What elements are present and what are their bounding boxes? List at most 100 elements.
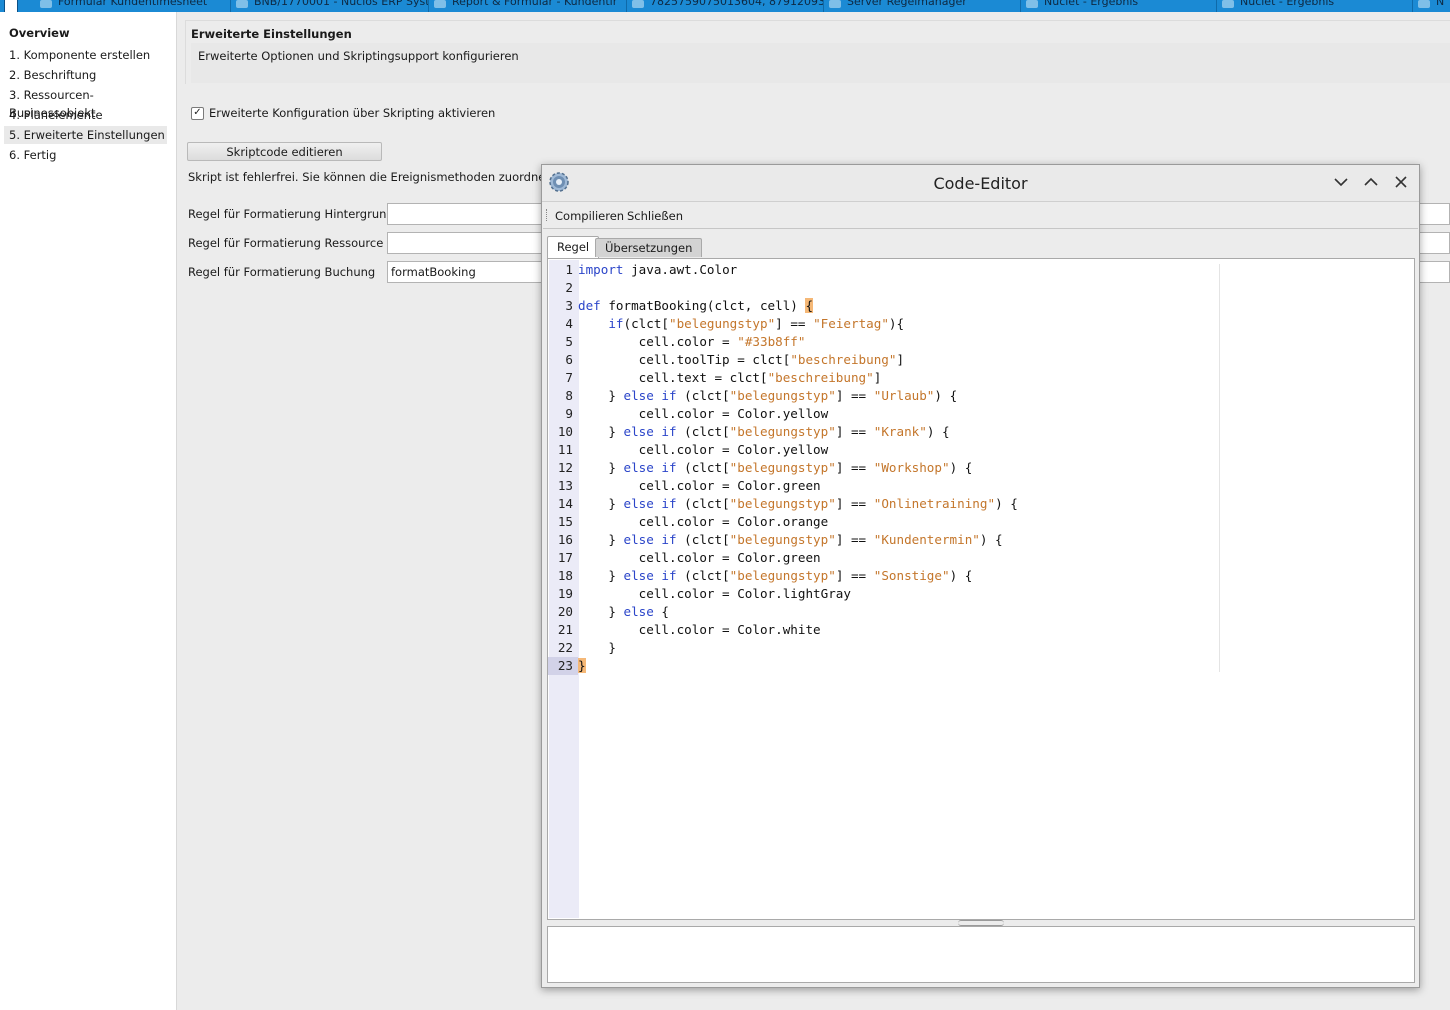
code-line[interactable]: 16 } else if (clct["belegungstyp"] == "K… — [548, 531, 1018, 549]
code-token: "Feiertag" — [813, 316, 889, 331]
line-number: 17 — [557, 550, 573, 565]
code-line[interactable]: 11 cell.color = Color.yellow — [548, 441, 1018, 459]
nav-step-5[interactable]: 5. Erweiterte Einstellungen — [4, 126, 167, 144]
tab-uebersetzungen[interactable]: Übersetzungen — [595, 238, 703, 257]
line-number: 10 — [557, 424, 573, 439]
code-token: else if — [623, 388, 677, 403]
code-text: cell.color = Color.lightGray — [578, 585, 851, 603]
code-token: "Urlaub" — [873, 388, 935, 403]
nav-step-2[interactable]: 2. Beschriftung — [4, 66, 167, 84]
code-line[interactable]: 8 } else if (clct["belegungstyp"] == "Ur… — [548, 387, 1018, 405]
gear-icon — [829, 0, 841, 8]
code-content[interactable]: 1 import java.awt.Color 2 3 def formatBookin… — [548, 261, 1018, 675]
close-icon[interactable] — [1393, 174, 1409, 190]
taskbar-tab-8[interactable]: N — [1418, 0, 1450, 12]
code-token: ] == — [835, 568, 874, 583]
code-text: } — [578, 639, 616, 657]
code-line[interactable]: 6 cell.toolTip = clct["beschreibung"] — [548, 351, 1018, 369]
code-line[interactable]: 22 } — [548, 639, 1018, 657]
minimize-icon[interactable] — [1333, 174, 1349, 190]
nav-step-3[interactable]: 3. Ressourcen-Businessobjekt — [4, 86, 167, 120]
code-line[interactable]: 14 } else if (clct["belegungstyp"] == "O… — [548, 495, 1018, 513]
code-token: } — [578, 388, 624, 403]
code-line[interactable]: 3 def formatBooking(clct, cell) { — [548, 297, 1018, 315]
scripting-checkbox[interactable]: ✓ — [191, 106, 204, 120]
taskbar-tab-label: BNB/1770001 - Nuclos ERP Syst — [254, 0, 429, 8]
code-line[interactable]: 5 cell.color = "#33b8ff" — [548, 333, 1018, 351]
code-line[interactable]: 20 } else { — [548, 603, 1018, 621]
taskbar-tab-3[interactable]: Report & Formular - Kundentir — [434, 0, 627, 12]
code-line[interactable]: 9 cell.color = Color.yellow — [548, 405, 1018, 423]
code-token: } — [578, 424, 624, 439]
code-text: if(clct["belegungstyp"] == "Feiertag"){ — [578, 315, 904, 333]
code-line[interactable]: 21 cell.color = Color.white — [548, 621, 1018, 639]
dialog-titlebar[interactable]: Code-Editor — [542, 165, 1419, 202]
taskbar-tab-6[interactable]: Nuclet - Ergebnis — [1026, 0, 1217, 12]
code-token: import — [578, 262, 624, 277]
taskbar-tab-7[interactable]: Nuclet - Ergebnis — [1222, 0, 1413, 12]
line-number: 5 — [565, 334, 573, 349]
code-line[interactable]: 12 } else if (clct["belegungstyp"] == "W… — [548, 459, 1018, 477]
code-token: { — [805, 298, 814, 313]
clock-icon — [236, 0, 248, 8]
line-number: 8 — [565, 388, 573, 403]
nav-step-1[interactable]: 1. Komponente erstellen — [4, 46, 167, 64]
compiler-output[interactable] — [547, 926, 1415, 983]
code-token: cell.color = Color.green — [578, 550, 821, 565]
editor-toolbar: Compilieren Schließen — [543, 202, 1418, 229]
code-token: "belegungstyp" — [669, 316, 776, 331]
line-number: 3 — [565, 298, 573, 313]
code-token: } — [578, 532, 624, 547]
code-token: "belegungstyp" — [729, 460, 836, 475]
code-text: cell.color = Color.yellow — [578, 441, 829, 459]
report-icon — [434, 0, 446, 8]
maximize-icon[interactable] — [1363, 174, 1379, 190]
nav-step-4[interactable]: 4. Planelemente — [4, 106, 167, 124]
code-token: ] == — [835, 424, 874, 439]
taskbar-tab-4[interactable]: 7825759075013604, 879120934 — [632, 0, 824, 12]
nav-step-6[interactable]: 6. Fertig — [4, 146, 167, 164]
taskbar-tab-2[interactable]: BNB/1770001 - Nuclos ERP Syst — [236, 0, 429, 12]
code-token: cell.color = Color.yellow — [578, 406, 829, 421]
code-token: cell.color = Color.green — [578, 478, 821, 493]
dialog-title: Code-Editor — [933, 174, 1028, 193]
code-token: (clct[ — [676, 532, 730, 547]
code-line[interactable]: 23} — [548, 657, 1018, 675]
code-line[interactable]: 2 — [548, 279, 1018, 297]
code-editor[interactable]: 1 import java.awt.Color 2 3 def formatBookin… — [547, 258, 1415, 920]
taskbar-tab-5[interactable]: Server Regelmanager — [829, 0, 1021, 12]
compile-button[interactable]: Compilieren — [555, 209, 624, 223]
taskbar: Formular Kundentimesheet BNB/1770001 - Nu… — [0, 0, 1450, 12]
line-number: 9 — [565, 406, 573, 421]
code-line[interactable]: 10 } else if (clct["belegungstyp"] == "K… — [548, 423, 1018, 441]
code-line[interactable]: 15 cell.color = Color.orange — [548, 513, 1018, 531]
code-line[interactable]: 4 if(clct["belegungstyp"] == "Feiertag")… — [548, 315, 1018, 333]
toolbar-grip[interactable] — [546, 209, 549, 221]
line-number: 23 — [548, 657, 578, 675]
code-line[interactable]: 1 import java.awt.Color — [548, 261, 1018, 279]
split-pane-divider[interactable] — [547, 918, 1413, 926]
code-token: { — [653, 604, 670, 619]
code-text: cell.color = "#33b8ff" — [578, 333, 806, 351]
line-number: 13 — [557, 478, 573, 493]
code-token: cell.color = — [578, 334, 738, 349]
code-line[interactable]: 17 cell.color = Color.green — [548, 549, 1018, 567]
taskbar-tab-1[interactable]: Formular Kundentimesheet — [40, 0, 231, 12]
code-editor-dialog: Code-Editor Compilieren Schließen Regel … — [541, 164, 1420, 988]
code-token: if — [608, 316, 624, 331]
code-token: ] == — [775, 316, 814, 331]
page-title: Erweiterte Einstellungen — [191, 27, 352, 41]
code-token: "belegungstyp" — [729, 424, 836, 439]
code-line[interactable]: 19 cell.color = Color.lightGray — [548, 585, 1018, 603]
edit-script-button[interactable]: Skriptcode editieren — [187, 142, 382, 161]
code-token: formatBooking(clct, cell) — [600, 298, 806, 313]
code-line[interactable]: 18 } else if (clct["belegungstyp"] == "S… — [548, 567, 1018, 585]
scripting-checkbox-row[interactable]: ✓ Erweiterte Konfiguration über Skriptin… — [191, 105, 495, 121]
home-icon[interactable] — [4, 0, 18, 12]
code-line[interactable]: 7 cell.text = clct["beschreibung"] — [548, 369, 1018, 387]
tab-regel[interactable]: Regel — [547, 236, 600, 258]
code-token: ] == — [835, 460, 874, 475]
code-line[interactable]: 13 cell.color = Color.green — [548, 477, 1018, 495]
taskbar-tab-label: N — [1436, 0, 1445, 8]
close-button[interactable]: Schließen — [627, 209, 683, 223]
